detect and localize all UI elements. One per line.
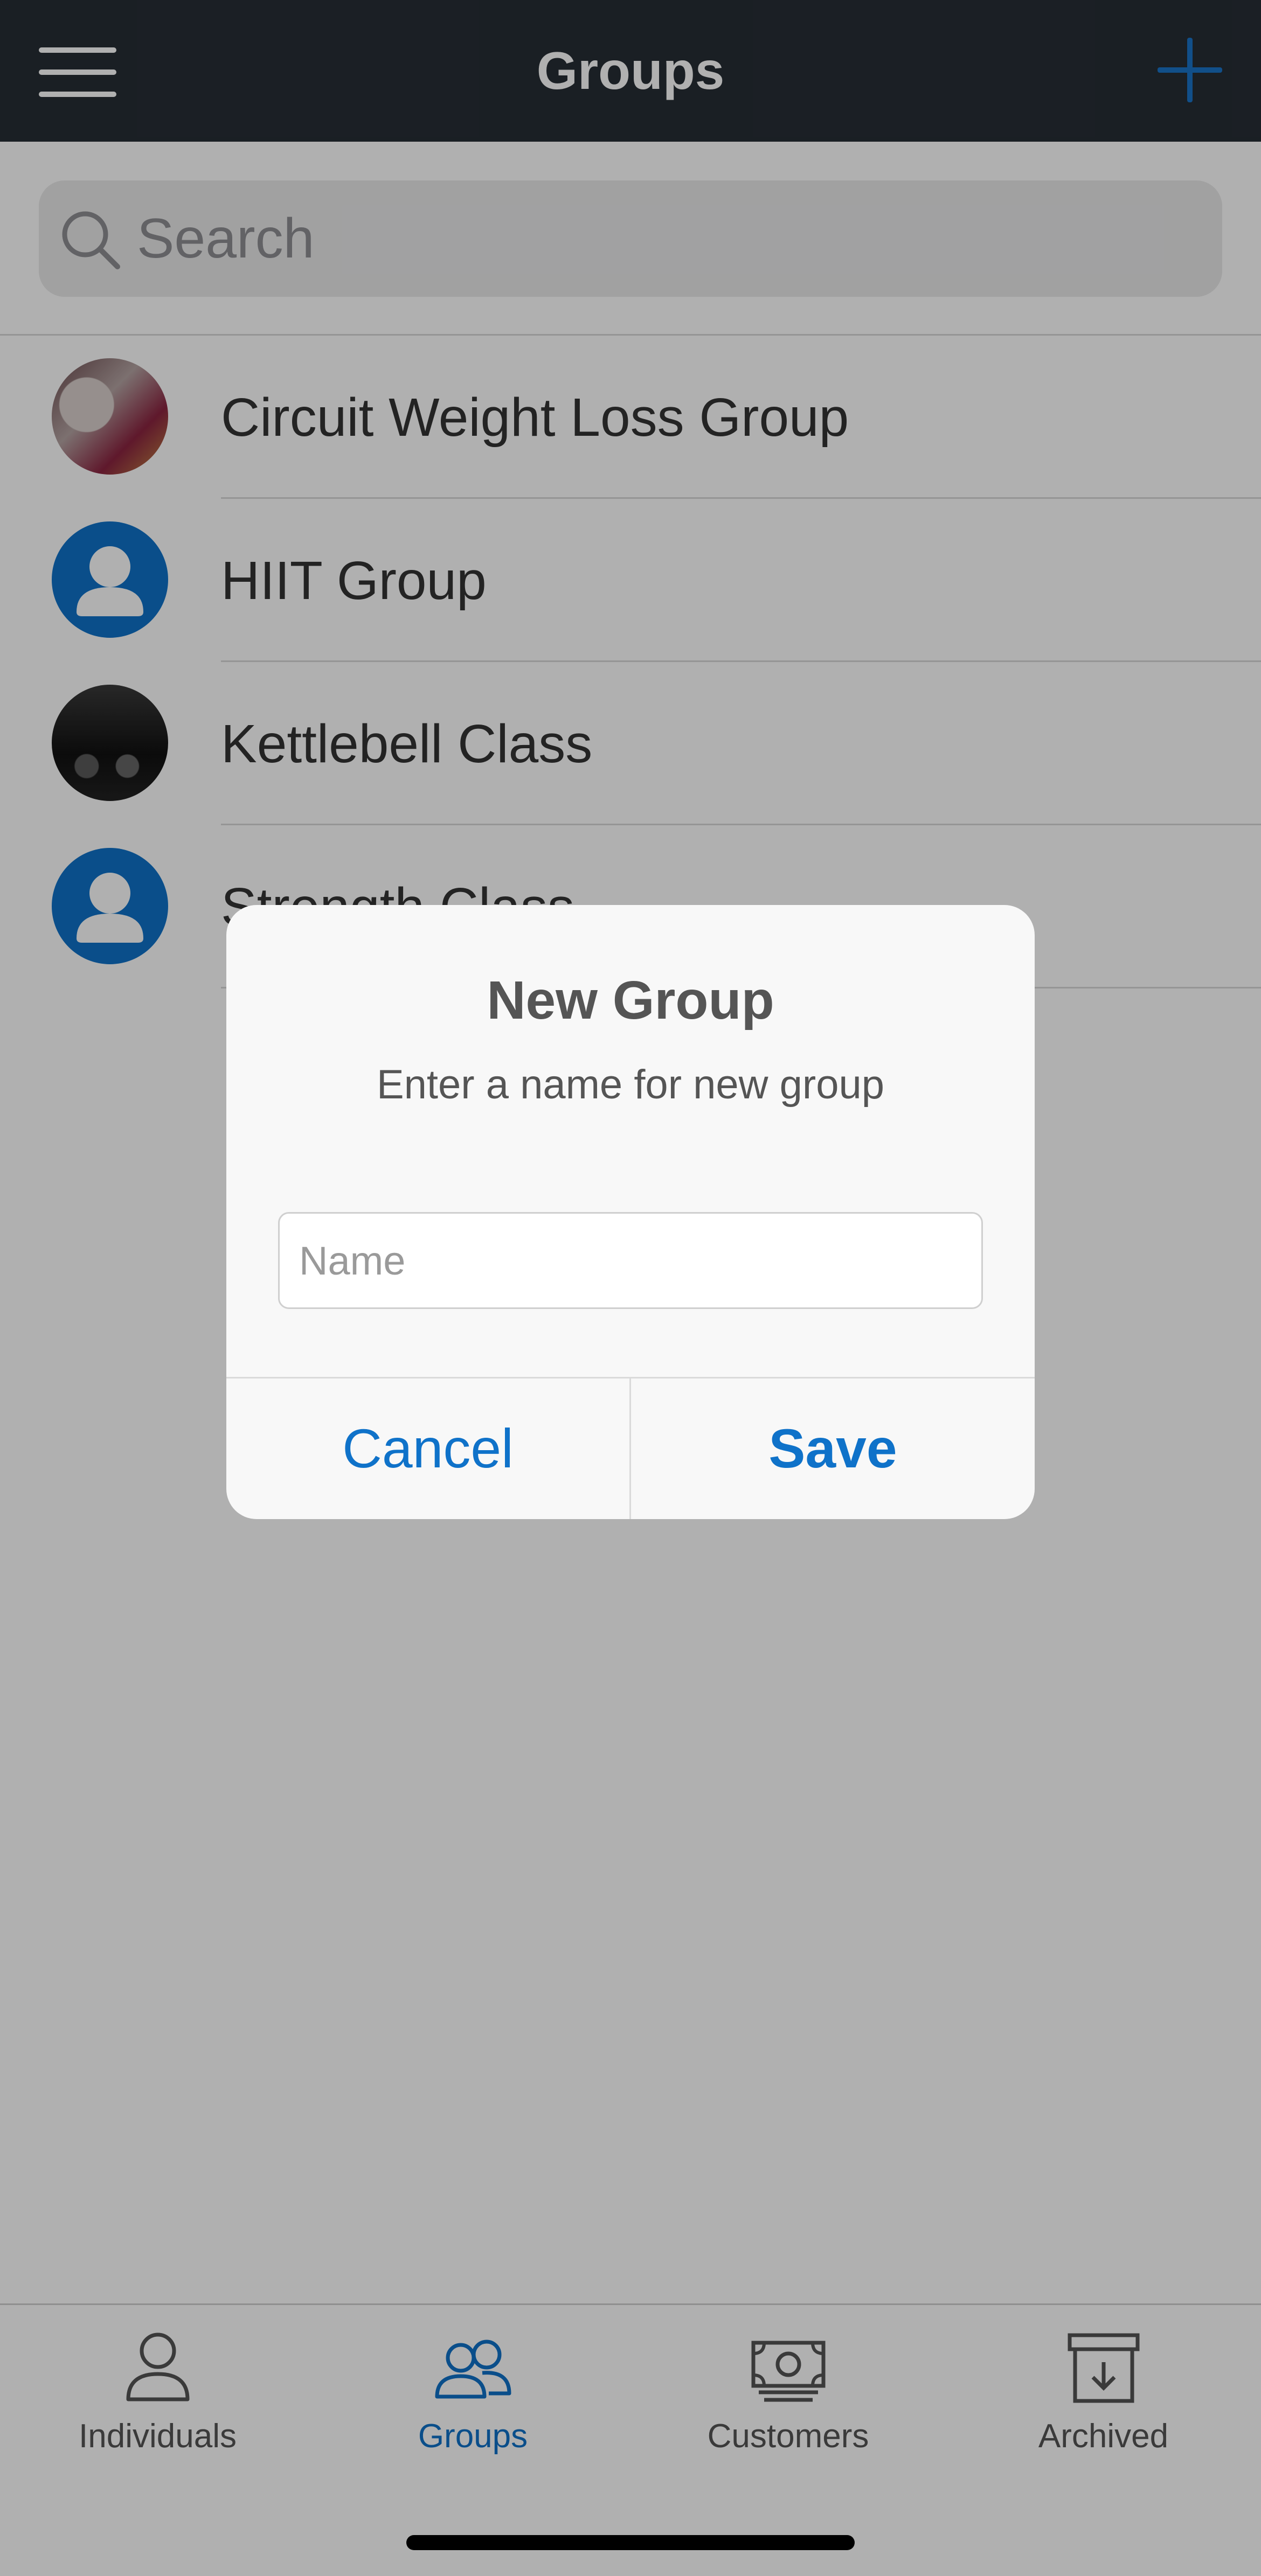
dialog-title: New Group bbox=[487, 970, 774, 1031]
group-name-input[interactable] bbox=[278, 1212, 983, 1309]
dialog-message: Enter a name for new group bbox=[376, 1062, 885, 1108]
new-group-dialog: New Group Enter a name for new group Can… bbox=[226, 905, 1035, 1519]
save-button[interactable]: Save bbox=[631, 1378, 1035, 1519]
cancel-button[interactable]: Cancel bbox=[226, 1378, 629, 1519]
